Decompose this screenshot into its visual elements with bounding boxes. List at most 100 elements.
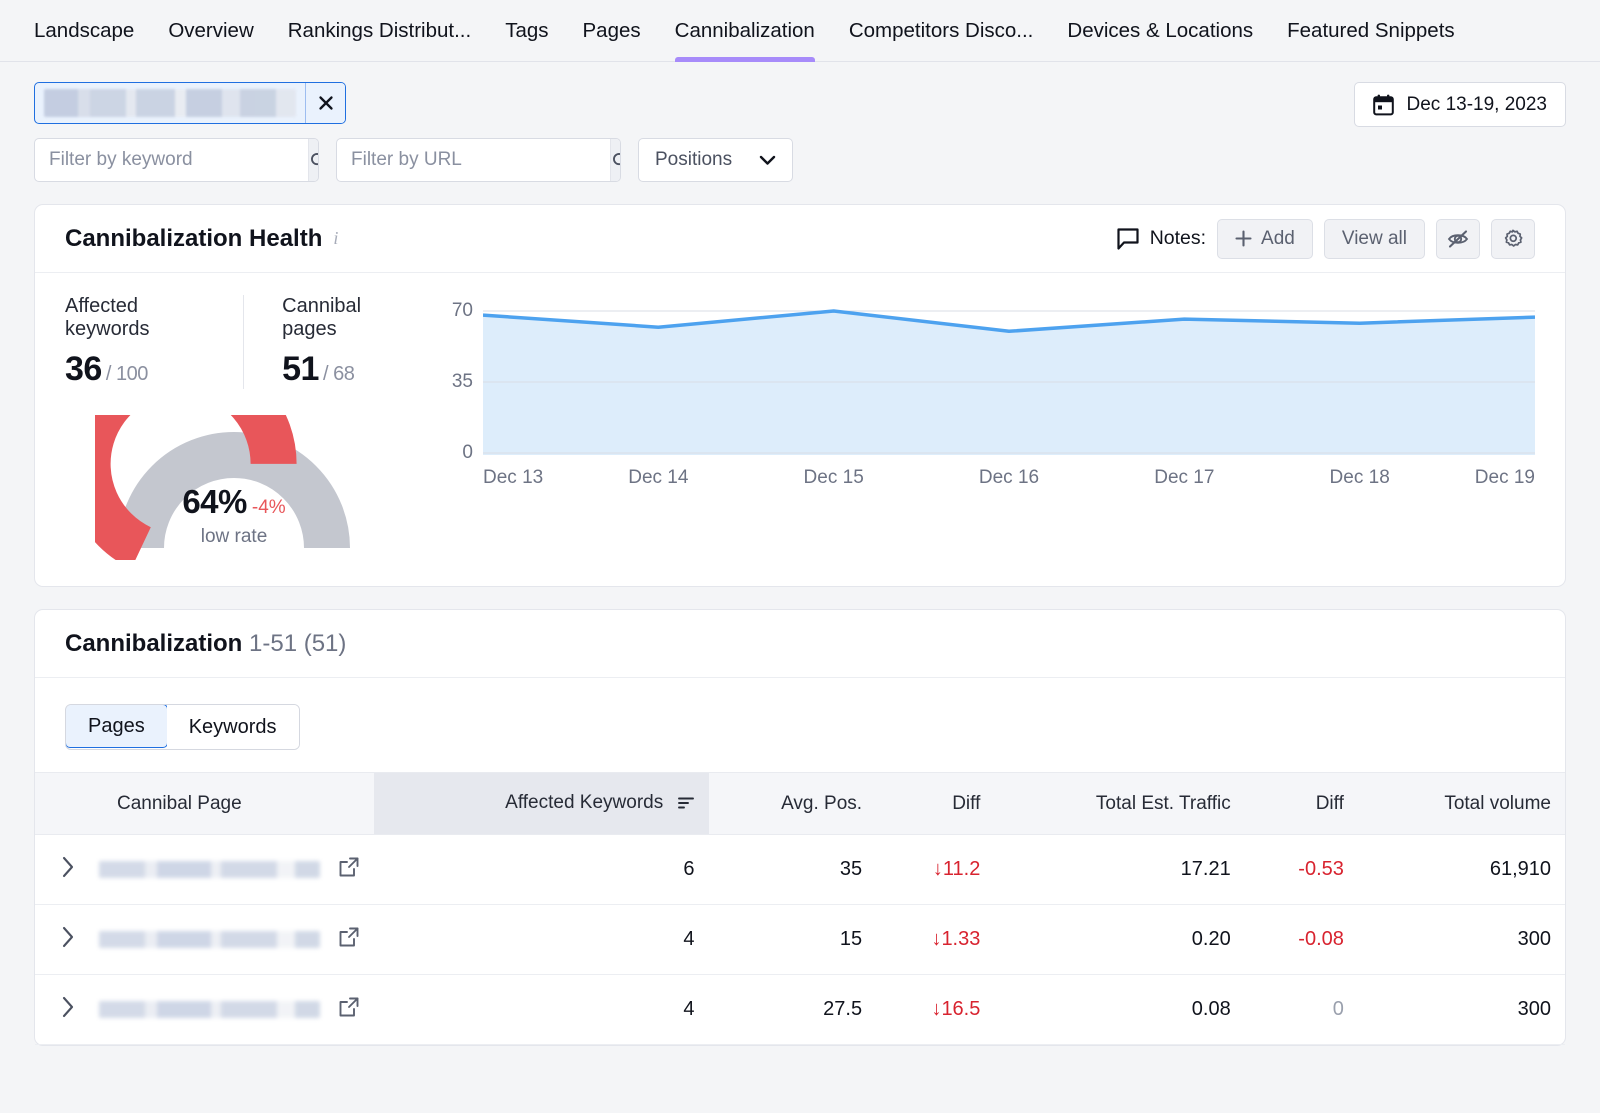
- external-link-icon[interactable]: [338, 926, 360, 954]
- kpi-affected-keywords-total: / 100: [106, 363, 148, 385]
- y-tick-0: 0: [462, 442, 473, 464]
- toggle-pages[interactable]: Pages: [65, 704, 168, 748]
- col-total-est-traffic[interactable]: Total Est. Traffic: [994, 773, 1244, 835]
- url-filter: [336, 138, 621, 182]
- kpi-affected-keywords-label: Affected keywords: [65, 295, 209, 341]
- cannibal-page-url-redacted: [99, 861, 320, 878]
- url-search-button[interactable]: [610, 139, 621, 181]
- external-link-icon[interactable]: [338, 856, 360, 884]
- cell-total-volume: 300: [1358, 905, 1565, 975]
- health-card-header: Cannibalization Health i Notes: Add View…: [35, 205, 1565, 273]
- y-tick-35: 35: [452, 371, 473, 393]
- cell-pos-diff: ↓16.5: [876, 975, 994, 1045]
- positions-dropdown[interactable]: Positions: [638, 138, 793, 182]
- cell-affected-keywords: 4: [374, 975, 708, 1045]
- external-link-icon[interactable]: [338, 996, 360, 1024]
- x-tick-2: Dec 15: [804, 467, 864, 489]
- nav-tab-tags[interactable]: Tags: [505, 0, 548, 62]
- col-affected-keywords-label: Affected Keywords: [505, 792, 663, 813]
- domain-chip[interactable]: [34, 82, 346, 124]
- cell-traffic-diff: -0.08: [1245, 905, 1358, 975]
- nav-tab-cannibalization[interactable]: Cannibalization: [675, 0, 815, 62]
- x-tick-5: Dec 18: [1330, 467, 1390, 489]
- col-affected-keywords[interactable]: Affected Keywords: [374, 773, 708, 835]
- cell-avg-pos: 35: [709, 835, 877, 905]
- clear-domain-button[interactable]: [305, 83, 345, 123]
- gear-icon: [1502, 228, 1524, 250]
- cannibal-page-url-redacted: [99, 931, 320, 948]
- area-chart-svg: [483, 305, 1535, 455]
- health-kpi-column: Affected keywords 36/ 100 Cannibal pages…: [65, 295, 405, 560]
- cell-total-volume: 61,910: [1358, 835, 1565, 905]
- info-icon[interactable]: i: [333, 228, 338, 249]
- nav-tab-competitors-discovery[interactable]: Competitors Disco...: [849, 0, 1034, 62]
- x-tick-4: Dec 17: [1154, 467, 1214, 489]
- add-note-button[interactable]: Add: [1217, 219, 1313, 259]
- keyword-search-button[interactable]: [308, 139, 319, 181]
- cell-affected-keywords: 4: [374, 905, 708, 975]
- view-all-notes-button[interactable]: View all: [1324, 219, 1425, 259]
- table-card-title: Cannibalization 1-51 (51): [65, 630, 346, 658]
- view-toggle: Pages Keywords: [65, 704, 300, 750]
- cell-total-est-traffic: 17.21: [994, 835, 1244, 905]
- health-card-title: Cannibalization Health: [65, 225, 322, 253]
- search-icon: [309, 151, 319, 170]
- table-row[interactable]: 4 15 ↓1.33 0.20 -0.08 300: [35, 905, 1565, 975]
- chevron-down-icon: [759, 155, 776, 166]
- url-filter-input[interactable]: [337, 139, 610, 181]
- table-card-header: Cannibalization 1-51 (51): [35, 610, 1565, 678]
- nav-tab-landscape[interactable]: Landscape: [34, 0, 134, 62]
- table-body: 6 35 ↓11.2 17.21 -0.53 61,910: [35, 835, 1565, 1045]
- positions-dropdown-label: Positions: [655, 149, 732, 171]
- gauge-note: low rate: [95, 526, 373, 548]
- domain-chip-value-redacted: [44, 89, 296, 117]
- toggle-keywords[interactable]: Keywords: [167, 705, 299, 749]
- gauge-percent: 64%: [182, 483, 247, 520]
- calendar-icon: [1373, 94, 1394, 116]
- cannibal-page-url-redacted: [99, 1001, 320, 1018]
- kpi-group: Affected keywords 36/ 100 Cannibal pages…: [65, 295, 405, 389]
- gauge-delta: -4%: [252, 497, 286, 518]
- notes-label: Notes:: [1150, 227, 1206, 250]
- col-pos-diff[interactable]: Diff: [876, 773, 994, 835]
- col-avg-pos[interactable]: Avg. Pos.: [709, 773, 877, 835]
- keyword-filter-input[interactable]: [35, 139, 308, 181]
- search-icon: [611, 151, 621, 170]
- table-row[interactable]: 6 35 ↓11.2 17.21 -0.53 61,910: [35, 835, 1565, 905]
- table-range-label: 1-51 (51): [249, 630, 346, 657]
- hide-notes-button[interactable]: [1436, 219, 1480, 259]
- gauge-center-labels: 64%-4% low rate: [95, 483, 373, 548]
- kpi-cannibal-pages-label: Cannibal pages: [282, 295, 405, 341]
- keyword-filter: [34, 138, 319, 182]
- cell-total-est-traffic: 0.08: [994, 975, 1244, 1045]
- cell-total-est-traffic: 0.20: [994, 905, 1244, 975]
- cell-total-volume: 300: [1358, 975, 1565, 1045]
- nav-tab-featured-snippets[interactable]: Featured Snippets: [1287, 0, 1455, 62]
- chart-x-axis: Dec 13Dec 14Dec 15Dec 16Dec 17Dec 18Dec …: [483, 467, 1535, 499]
- cell-avg-pos: 15: [709, 905, 877, 975]
- cannibalization-table-card: Cannibalization 1-51 (51) Pages Keywords…: [34, 609, 1566, 1046]
- table-header: Cannibal Page Affected Keywords Avg. Pos…: [35, 773, 1565, 835]
- kpi-cannibal-pages: Cannibal pages 51/ 68: [243, 295, 405, 389]
- eye-slash-icon: [1446, 229, 1470, 249]
- note-icon: [1117, 228, 1139, 250]
- table-row[interactable]: 4 27.5 ↓16.5 0.08 0 300: [35, 975, 1565, 1045]
- x-tick-1: Dec 14: [628, 467, 688, 489]
- col-total-volume[interactable]: Total volume: [1358, 773, 1565, 835]
- nav-tab-rankings-distribution[interactable]: Rankings Distribut...: [288, 0, 471, 62]
- date-range-picker[interactable]: Dec 13-19, 2023: [1354, 82, 1567, 127]
- nav-tab-pages[interactable]: Pages: [583, 0, 641, 62]
- col-cannibal-page[interactable]: Cannibal Page: [35, 773, 374, 835]
- nav-tab-overview[interactable]: Overview: [168, 0, 253, 62]
- kpi-cannibal-pages-total: / 68: [323, 363, 354, 385]
- chart-plot-area: 03570: [427, 305, 1535, 455]
- cell-avg-pos: 27.5: [709, 975, 877, 1045]
- nav-tab-devices-locations[interactable]: Devices & Locations: [1067, 0, 1253, 62]
- expand-row-icon[interactable]: [61, 926, 81, 954]
- chart-settings-button[interactable]: [1491, 219, 1535, 259]
- expand-row-icon[interactable]: [61, 856, 81, 884]
- col-traffic-diff[interactable]: Diff: [1245, 773, 1358, 835]
- date-range-label: Dec 13-19, 2023: [1407, 94, 1548, 116]
- expand-row-icon[interactable]: [61, 996, 81, 1024]
- kpi-cannibal-pages-number: 51: [282, 350, 319, 388]
